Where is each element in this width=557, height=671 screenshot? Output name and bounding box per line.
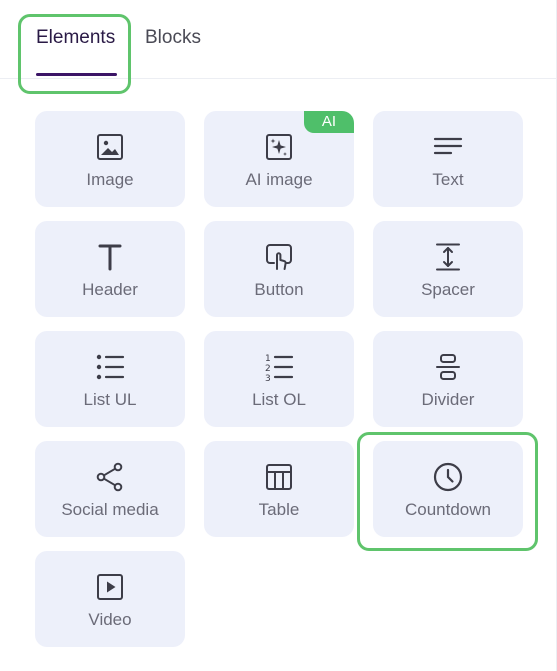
svg-text:3: 3 — [265, 374, 271, 382]
tile-label: Text — [432, 170, 464, 189]
tile-countdown[interactable]: Countdown — [373, 441, 523, 537]
tile-label: Image — [86, 170, 134, 189]
tile-label: Spacer — [421, 280, 475, 299]
video-play-icon — [35, 572, 185, 602]
svg-text:2: 2 — [265, 364, 271, 374]
tile-label: Social media — [61, 500, 159, 519]
tile-label: AI image — [245, 170, 313, 189]
tile-label: List OL — [252, 390, 306, 409]
tile-text[interactable]: Text — [373, 111, 523, 207]
tile-label: Divider — [421, 390, 475, 409]
tile-video[interactable]: Video — [35, 551, 185, 647]
tab-blocks[interactable]: Blocks — [145, 26, 201, 50]
divider-icon — [373, 352, 523, 382]
list-ol-icon: 1 2 3 — [204, 352, 354, 382]
list-ul-icon — [35, 352, 185, 382]
tile-header[interactable]: Header — [35, 221, 185, 317]
table-icon — [204, 462, 354, 492]
tile-image[interactable]: Image — [35, 111, 185, 207]
ai-badge: AI — [304, 111, 354, 133]
tile-button[interactable]: Button — [204, 221, 354, 317]
tile-list-ul[interactable]: List UL — [35, 331, 185, 427]
tile-label: Video — [88, 610, 132, 629]
elements-panel: Elements Blocks Image AI AI image Text H… — [0, 0, 557, 671]
clock-icon — [373, 462, 523, 492]
text-lines-icon — [373, 132, 523, 162]
tile-ai-image[interactable]: AI AI image — [204, 111, 354, 207]
tile-label: Button — [254, 280, 304, 299]
tile-spacer[interactable]: Spacer — [373, 221, 523, 317]
header-t-icon — [35, 242, 185, 272]
tab-elements[interactable]: Elements — [36, 26, 115, 50]
tile-divider[interactable]: Divider — [373, 331, 523, 427]
image-icon — [35, 132, 185, 162]
tile-label: Header — [82, 280, 138, 299]
tile-label: Countdown — [404, 500, 491, 519]
svg-text:1: 1 — [265, 354, 271, 364]
tile-label: List UL — [83, 390, 137, 409]
tile-table[interactable]: Table — [204, 441, 354, 537]
tile-social-media[interactable]: Social media — [35, 441, 185, 537]
ai-image-icon — [204, 132, 354, 162]
tile-list-ol[interactable]: 1 2 3 List OL — [204, 331, 354, 427]
tile-label: Table — [258, 500, 300, 519]
button-click-icon — [204, 242, 354, 272]
spacer-icon — [373, 242, 523, 272]
share-icon — [35, 462, 185, 492]
active-tab-indicator — [36, 73, 117, 76]
tab-bar: Elements Blocks — [0, 0, 557, 79]
